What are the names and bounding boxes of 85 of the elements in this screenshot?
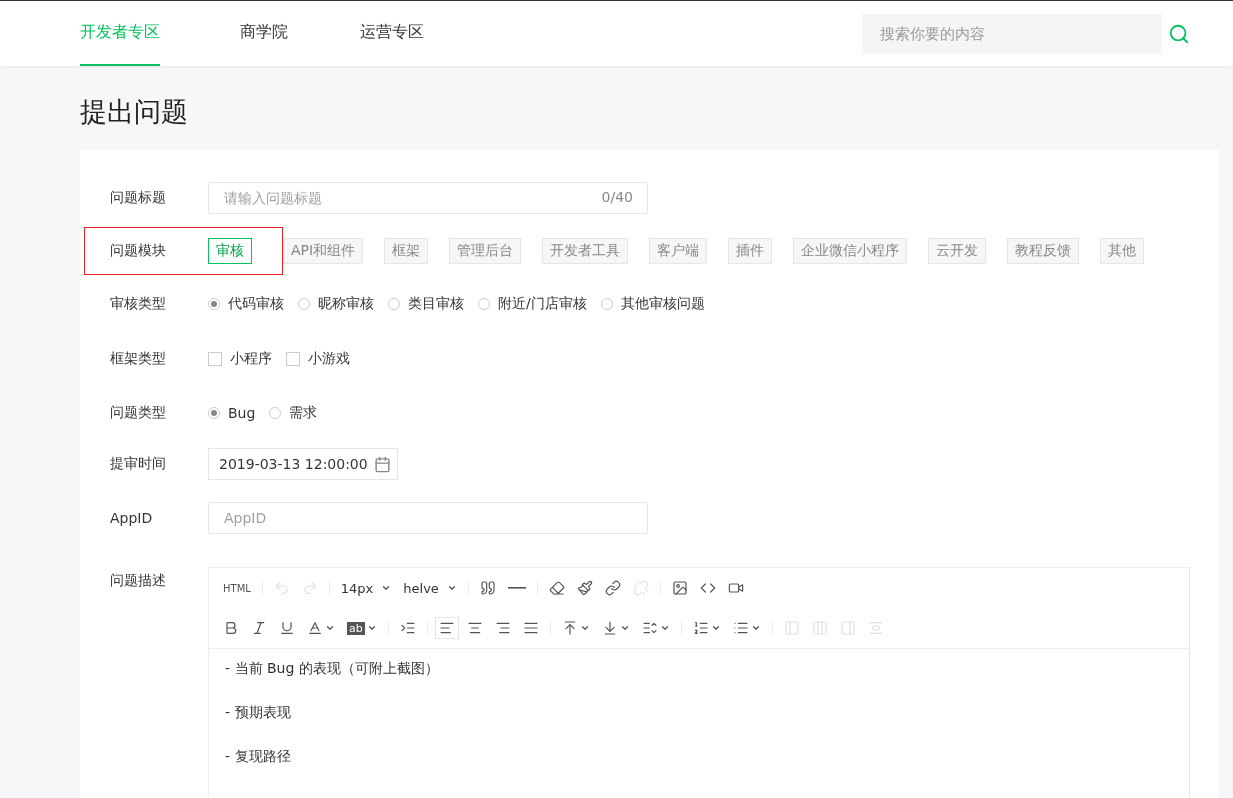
redo-icon <box>301 580 318 596</box>
line-height-icon <box>641 620 658 636</box>
float-right-icon <box>839 620 856 636</box>
caret-icon <box>659 623 670 633</box>
ordered-list-icon <box>692 620 709 636</box>
underline-icon <box>279 620 295 636</box>
editor-text: - 当前 Bug 的表现（可附上截图） <box>225 659 440 677</box>
option-label: 需求 <box>289 404 318 422</box>
field-label: 问题标题 <box>110 189 167 207</box>
quote-icon <box>479 580 496 596</box>
option-label: Bug <box>228 405 256 421</box>
caret-icon <box>710 623 721 633</box>
search-field[interactable]: 搜索你要的内容 <box>862 13 1162 54</box>
dropdown-tool[interactable]: helve <box>399 577 461 599</box>
field-label: 问题描述 <box>110 572 167 590</box>
align-center-icon <box>466 620 483 636</box>
video-icon <box>727 580 744 596</box>
module-tag[interactable]: 框架 <box>384 238 429 264</box>
date-value: 2019-03-13 12:00:00 <box>219 456 368 472</box>
indent-icon <box>399 620 416 636</box>
align-left-icon <box>438 620 455 636</box>
date-field[interactable]: 2019-03-13 12:00:00 <box>208 448 398 480</box>
option-label: 代码审核 <box>228 295 284 313</box>
rich-text-editor[interactable]: HTML 14px helve ab - 当前 Bug 的表现（可附上截图） - 预期表现 - 复现路径 <box>208 567 1190 798</box>
field-label: 问题类型 <box>110 404 167 422</box>
option-label: 类目审核 <box>408 295 464 313</box>
nav-tab[interactable]: 商学院 <box>240 1 288 66</box>
nav-tab[interactable]: 开发者专区 <box>80 1 160 66</box>
caret-icon <box>750 623 761 633</box>
module-tag[interactable]: 其他 <box>1100 238 1145 264</box>
caret-icon <box>446 583 457 593</box>
nav-tab[interactable]: 运营专区 <box>360 1 424 66</box>
caret-icon <box>325 623 335 633</box>
eraser-icon <box>548 580 565 596</box>
bullet-list-icon <box>732 620 749 636</box>
caret-icon <box>579 623 590 633</box>
justify-icon <box>522 620 539 636</box>
checkbox[interactable] <box>286 352 300 366</box>
field-label: 审核类型 <box>110 295 167 313</box>
float-left-icon <box>783 620 800 636</box>
unlink-icon <box>632 580 649 596</box>
module-tag[interactable]: 客户端 <box>649 238 708 264</box>
align-right-icon <box>494 620 511 636</box>
image-icon <box>671 580 688 596</box>
module-tag[interactable]: API和组件 <box>283 238 364 264</box>
field-label: 提审时间 <box>110 455 167 473</box>
option-label: 附近/门店审核 <box>498 295 587 313</box>
text-input[interactable]: AppID <box>208 502 648 534</box>
option-label: 小游戏 <box>308 350 350 368</box>
align-left-tool[interactable] <box>434 617 459 639</box>
caret-icon <box>619 623 630 633</box>
caret-icon <box>381 583 392 593</box>
editor-text: - 预期表现 <box>225 703 292 721</box>
caret-icon <box>366 623 377 633</box>
editor-text: - 复现路径 <box>225 747 292 765</box>
module-tag[interactable]: 管理后台 <box>449 238 522 264</box>
float-center-icon <box>811 620 828 636</box>
rule-icon <box>507 587 526 589</box>
field-label: 框架类型 <box>110 350 167 368</box>
module-tag[interactable]: 教程反馈 <box>1007 238 1080 264</box>
dropdown-tool[interactable]: 14px <box>336 577 396 599</box>
calendar-icon[interactable] <box>373 455 391 473</box>
option-label: 小程序 <box>230 350 272 368</box>
bold-icon <box>223 620 239 636</box>
page-title: 提出问题 <box>80 95 189 129</box>
html-tool[interactable]: HTML <box>219 579 255 597</box>
module-tag[interactable]: 云开发 <box>928 238 987 264</box>
module-tag[interactable]: 审核 <box>208 238 252 264</box>
highlight-tool[interactable]: ab <box>343 618 381 638</box>
field-label: 问题模块 <box>110 242 167 260</box>
char-counter: 0/40 <box>601 189 633 205</box>
field-label: AppID <box>110 510 154 526</box>
module-tag[interactable]: 开发者工具 <box>542 238 629 264</box>
brush-icon <box>576 580 593 596</box>
color-icon <box>307 620 323 636</box>
undo-icon <box>273 580 290 596</box>
module-tag[interactable]: 插件 <box>728 238 773 264</box>
italic-icon <box>251 620 267 636</box>
float-none-icon <box>867 620 884 636</box>
link-icon <box>604 580 621 596</box>
option-label: 其他审核问题 <box>620 295 705 313</box>
checkbox[interactable] <box>208 352 222 366</box>
module-tag[interactable]: 企业微信小程序 <box>793 238 908 264</box>
code-icon <box>699 580 716 596</box>
option-label: 昵称审核 <box>318 295 374 313</box>
